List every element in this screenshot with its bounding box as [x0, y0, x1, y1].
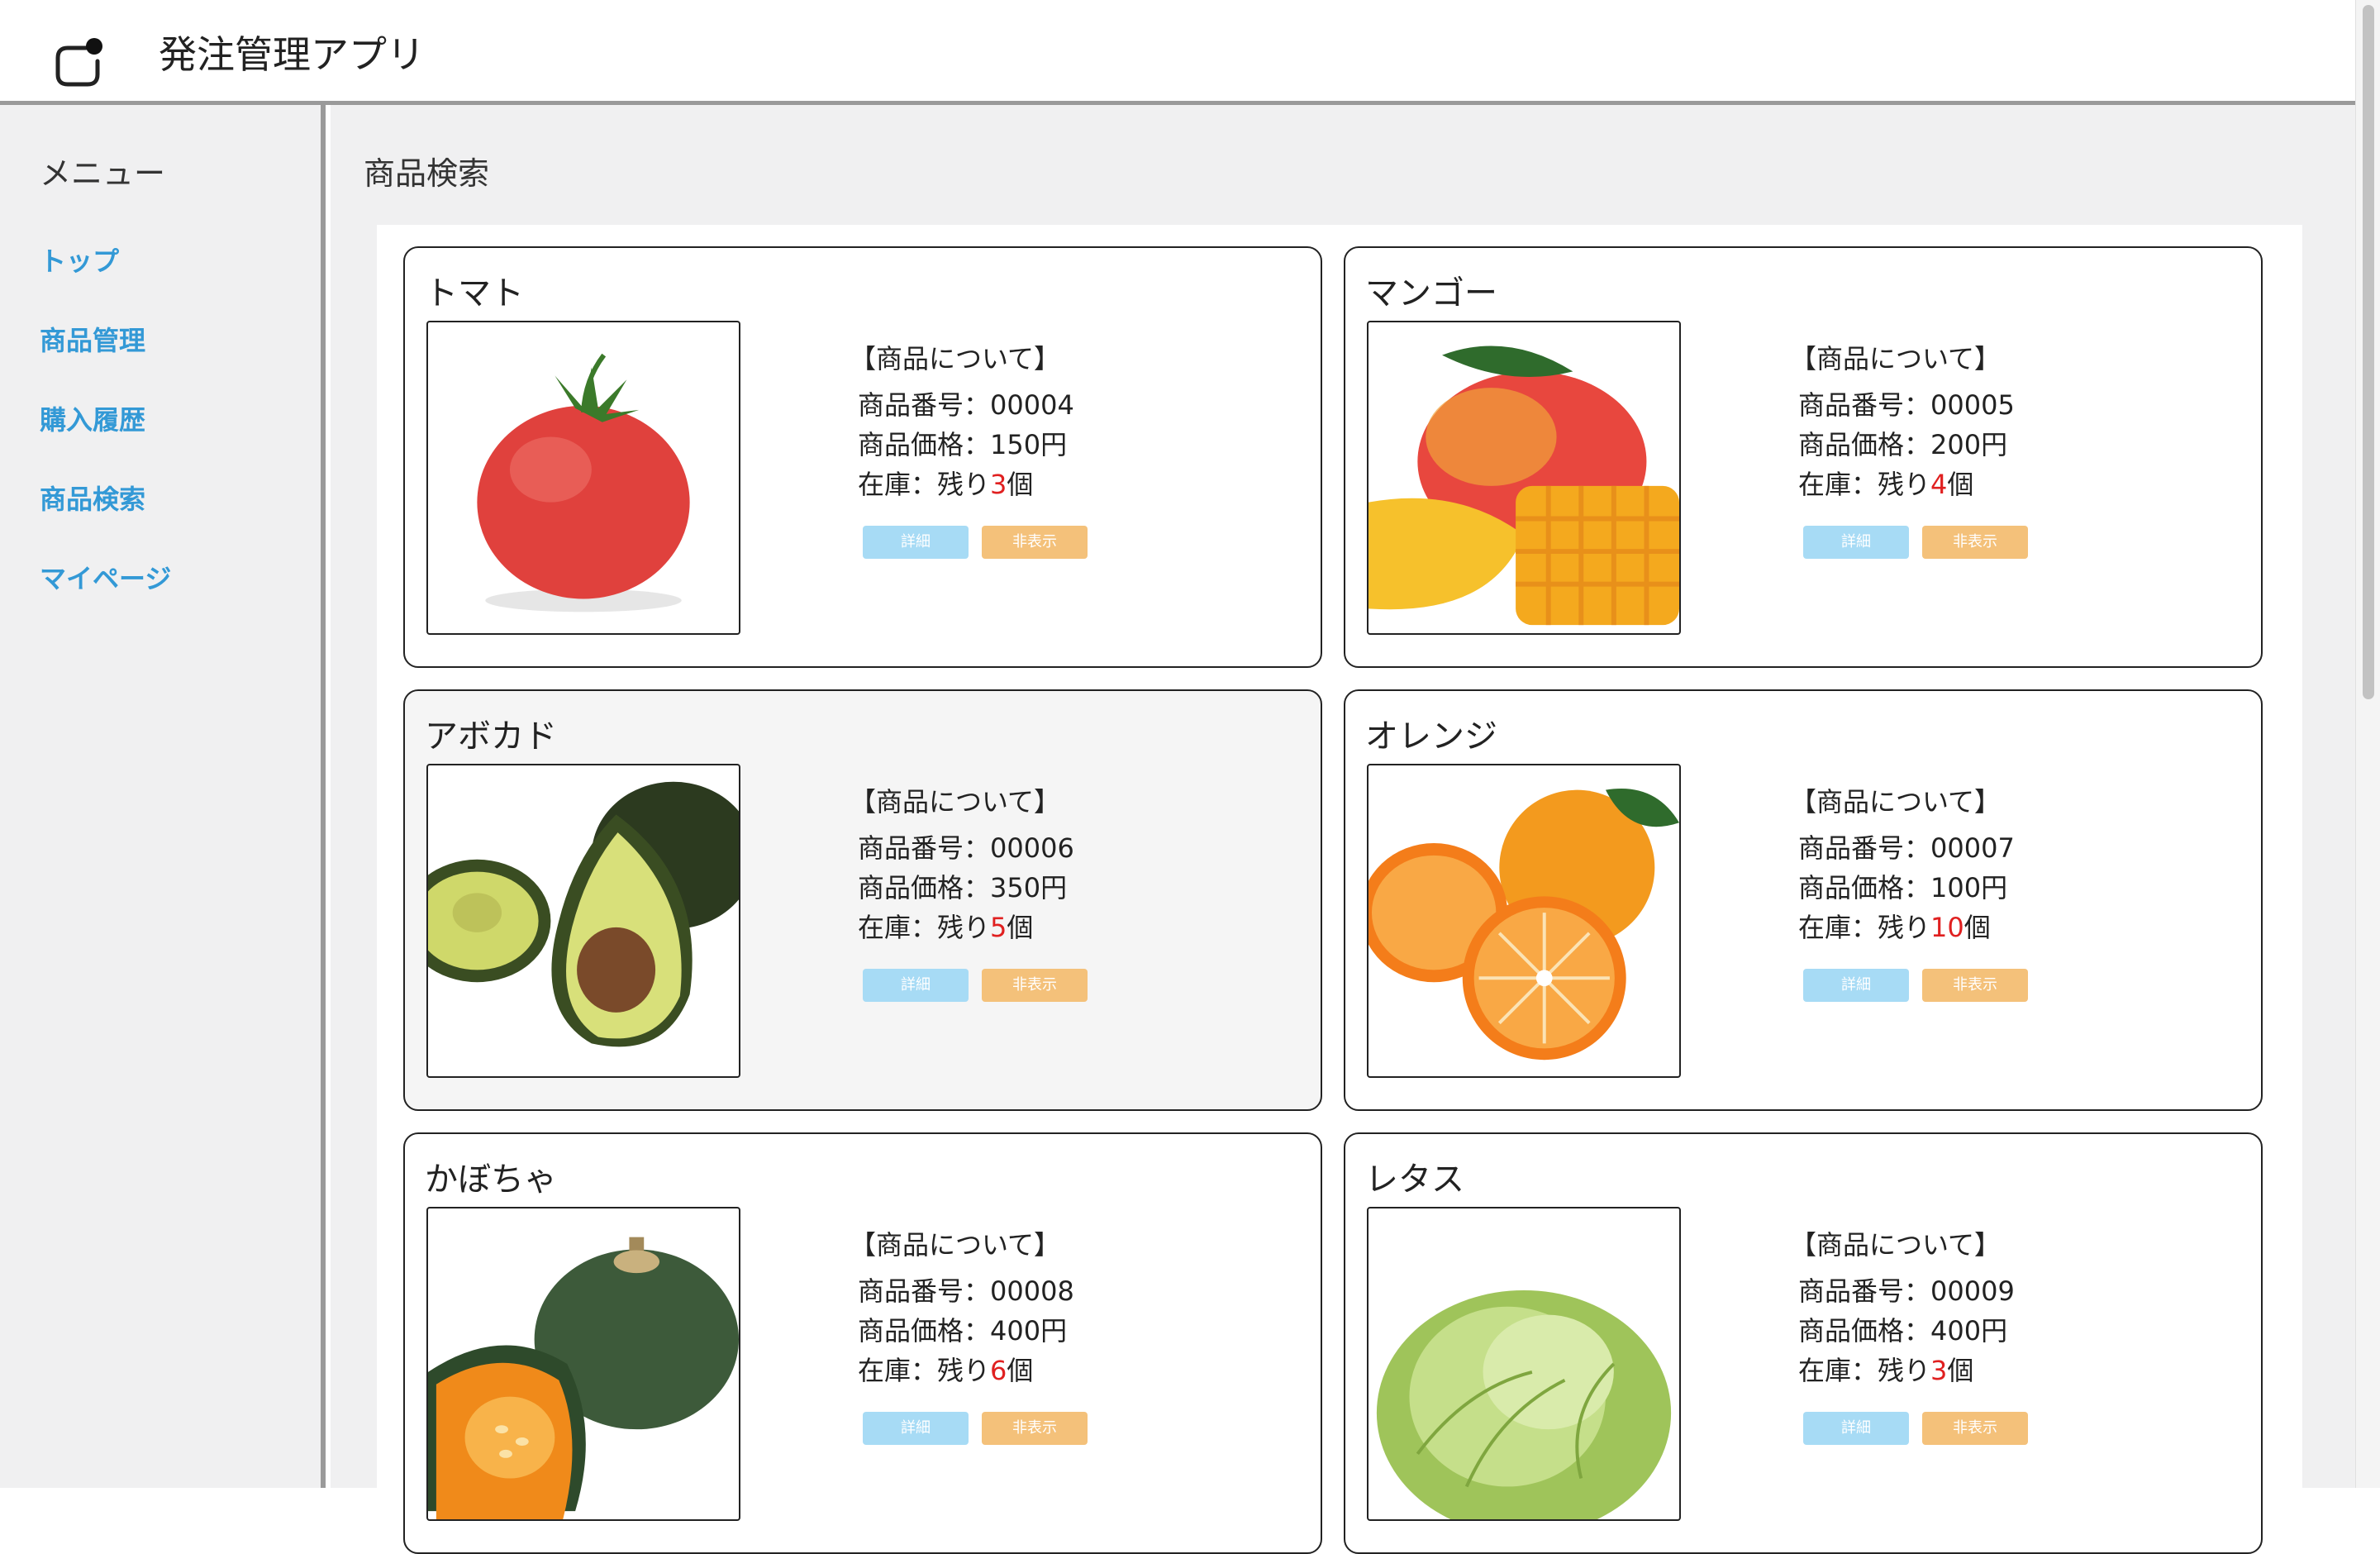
- product-price: 商品価格：150円: [858, 429, 1068, 460]
- tomato-image: [426, 321, 740, 635]
- product-name: マンゴー: [1365, 274, 1497, 312]
- detail-button[interactable]: 詳細: [863, 526, 969, 559]
- product-card: かぼちゃ 【商品について】 商品番号：00008 商品価格：400円 在庫：残り…: [403, 1132, 1322, 1554]
- product-price: 商品価格：100円: [1798, 872, 2008, 903]
- about-label: 【商品について】: [850, 1229, 1061, 1261]
- product-stock: 在庫：残り10個: [1798, 912, 1991, 943]
- product-number: 商品番号：00009: [1798, 1275, 2015, 1307]
- about-label: 【商品について】: [850, 786, 1061, 818]
- product-info: 【商品について】 商品番号：00005 商品価格：200円 在庫：残り4個: [1790, 339, 2015, 504]
- product-card: オレンジ 【商品について】 商品番号：00007 商品価格：100円 在庫：残り…: [1344, 689, 2263, 1111]
- product-number: 商品番号：00004: [858, 389, 1074, 421]
- product-number: 商品番号：00005: [1798, 389, 2015, 421]
- product-price: 商品価格：200円: [1798, 429, 2008, 460]
- product-price: 商品価格：350円: [858, 872, 1068, 903]
- product-name: かぼちゃ: [425, 1161, 557, 1199]
- app-logo-icon: [55, 38, 102, 87]
- detail-button[interactable]: 詳細: [863, 1412, 969, 1445]
- product-stock: 在庫：残り6個: [858, 1355, 1034, 1386]
- scrollbar-thumb[interactable]: [2363, 5, 2374, 699]
- product-stock: 在庫：残り5個: [858, 912, 1034, 943]
- lettuce-image: [1367, 1207, 1681, 1521]
- sidebar-item-top[interactable]: トップ: [40, 241, 119, 279]
- product-info: 【商品について】 商品番号：00006 商品価格：350円 在庫：残り5個: [850, 782, 1074, 947]
- sidebar-item-product-management[interactable]: 商品管理: [40, 320, 145, 358]
- hide-button[interactable]: 非表示: [1922, 969, 2028, 1002]
- product-price: 商品価格：400円: [1798, 1315, 2008, 1347]
- product-card: アボカド 【商品について】 商品番号：00006 商品価格：350円 在庫：残り…: [403, 689, 1322, 1111]
- product-info: 【商品について】 商品番号：00008 商品価格：400円 在庫：残り6個: [850, 1225, 1074, 1390]
- app-header: 発注管理アプリ: [0, 0, 2355, 105]
- product-number: 商品番号：00007: [1798, 832, 2015, 864]
- product-info: 【商品について】 商品番号：00007 商品価格：100円 在庫：残り10個: [1790, 782, 2015, 947]
- product-name: レタス: [1365, 1161, 1464, 1199]
- main-content: 商品検索 トマト 【商品について】 商品番号：00004 商品価格：150円 在…: [331, 105, 2355, 1554]
- sidebar: メニュー トップ 商品管理 購入履歴 商品検索 マイページ: [0, 105, 326, 1488]
- page-title: 商品検索: [364, 155, 490, 192]
- sidebar-item-purchase-history[interactable]: 購入履歴: [40, 399, 145, 437]
- product-stock: 在庫：残り3個: [858, 469, 1034, 500]
- product-info: 【商品について】 商品番号：00004 商品価格：150円 在庫：残り3個: [850, 339, 1074, 504]
- product-stock: 在庫：残り3個: [1798, 1355, 1974, 1386]
- hide-button[interactable]: 非表示: [1922, 526, 2028, 559]
- hide-button[interactable]: 非表示: [982, 969, 1088, 1002]
- product-name: トマト: [425, 274, 524, 312]
- hide-button[interactable]: 非表示: [1922, 1412, 2028, 1445]
- about-label: 【商品について】: [850, 343, 1061, 374]
- avocado-image: [426, 764, 740, 1078]
- product-stock: 在庫：残り4個: [1798, 469, 1974, 500]
- detail-button[interactable]: 詳細: [1803, 1412, 1909, 1445]
- product-info: 【商品について】 商品番号：00009 商品価格：400円 在庫：残り3個: [1790, 1225, 2015, 1390]
- hide-button[interactable]: 非表示: [982, 526, 1088, 559]
- about-label: 【商品について】: [1790, 786, 2002, 818]
- vertical-scrollbar[interactable]: [2355, 0, 2380, 1488]
- sidebar-title: メニュー: [40, 155, 166, 192]
- product-grid: トマト 【商品について】 商品番号：00004 商品価格：150円 在庫：残り3…: [377, 225, 2302, 1554]
- pumpkin-image: [426, 1207, 740, 1521]
- app-title: 発注管理アプリ: [159, 32, 425, 77]
- product-number: 商品番号：00008: [858, 1275, 1074, 1307]
- sidebar-item-product-search[interactable]: 商品検索: [40, 479, 145, 517]
- product-card: トマト 【商品について】 商品番号：00004 商品価格：150円 在庫：残り3…: [403, 246, 1322, 668]
- detail-button[interactable]: 詳細: [1803, 526, 1909, 559]
- product-card: マンゴー 【商品について】 商品番号：00005 商品価格：200円 在庫：残り…: [1344, 246, 2263, 668]
- product-name: オレンジ: [1365, 717, 1497, 756]
- product-name: アボカド: [425, 717, 557, 756]
- mango-image: [1367, 321, 1681, 635]
- hide-button[interactable]: 非表示: [982, 1412, 1088, 1445]
- detail-button[interactable]: 詳細: [1803, 969, 1909, 1002]
- orange-image: [1367, 764, 1681, 1078]
- product-card: レタス 【商品について】 商品番号：00009 商品価格：400円 在庫：残り3…: [1344, 1132, 2263, 1554]
- product-number: 商品番号：00006: [858, 832, 1074, 864]
- about-label: 【商品について】: [1790, 1229, 2002, 1261]
- about-label: 【商品について】: [1790, 343, 2002, 374]
- detail-button[interactable]: 詳細: [863, 969, 969, 1002]
- sidebar-item-mypage[interactable]: マイページ: [40, 558, 171, 596]
- product-price: 商品価格：400円: [858, 1315, 1068, 1347]
